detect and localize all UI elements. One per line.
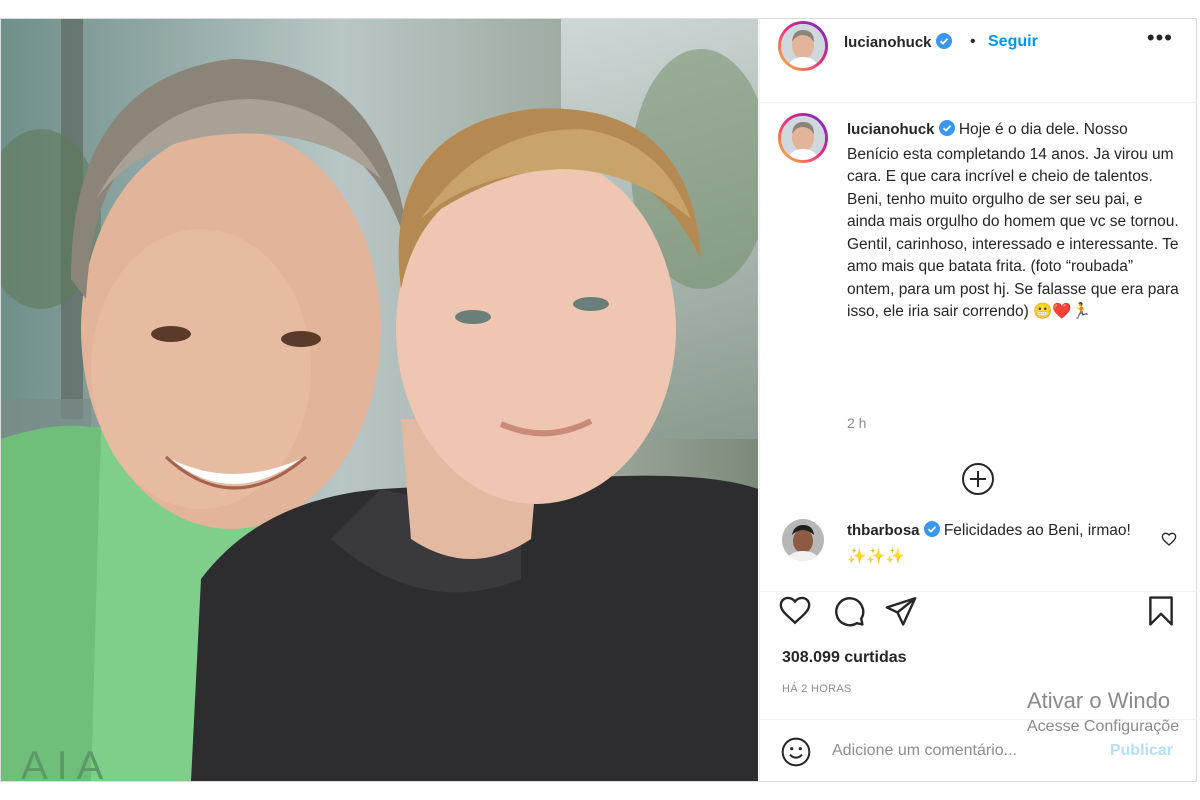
separator-dot: • bbox=[970, 33, 976, 50]
instagram-post: A I A lucianohuck • Seguir ••• lucianohu… bbox=[0, 18, 1197, 782]
author-username-wrap[interactable]: lucianohuck bbox=[844, 33, 952, 54]
load-more-comments-icon[interactable] bbox=[960, 461, 996, 502]
comment-input[interactable]: Adicione um comentário... bbox=[832, 742, 1017, 760]
heart-icon[interactable] bbox=[778, 593, 812, 632]
emoji-icon[interactable] bbox=[780, 736, 812, 773]
author-username[interactable]: lucianohuck bbox=[844, 34, 932, 51]
caption-avatar bbox=[781, 116, 825, 160]
post-side-panel: lucianohuck • Seguir ••• lucianohuck Hoj… bbox=[759, 19, 1197, 781]
verified-badge-icon bbox=[923, 521, 940, 545]
post-image: A I A bbox=[1, 19, 758, 781]
publish-button[interactable]: Publicar bbox=[1110, 742, 1173, 760]
commenter-avatar[interactable] bbox=[782, 519, 824, 561]
watermark-line1: Ativar o Windo bbox=[1027, 688, 1171, 713]
verified-badge-icon bbox=[938, 120, 955, 144]
follow-button[interactable]: Seguir bbox=[988, 33, 1038, 51]
caption-avatar-ring[interactable] bbox=[778, 113, 828, 163]
author-avatar-ring[interactable] bbox=[778, 21, 828, 71]
svg-text:A I A: A I A bbox=[21, 744, 104, 781]
post-caption: lucianohuck Hoje é o dia dele. Nosso Ben… bbox=[847, 119, 1182, 324]
like-comment-icon[interactable] bbox=[1161, 531, 1177, 552]
watermark-line2: Acesse Configuraçõe bbox=[1027, 718, 1180, 735]
caption-username[interactable]: lucianohuck bbox=[847, 121, 935, 138]
comment-icon[interactable] bbox=[832, 594, 866, 633]
likes-count[interactable]: 308.099 curtidas bbox=[782, 649, 907, 667]
caption-time[interactable]: 2 h bbox=[847, 415, 866, 431]
post-photo[interactable]: A I A bbox=[1, 19, 758, 781]
verified-badge-icon bbox=[935, 33, 952, 54]
comment-item: thbarbosa Felicidades ao Beni, irmao! ✨✨… bbox=[847, 519, 1157, 569]
posted-time[interactable]: HÁ 2 HORAS bbox=[782, 683, 852, 695]
actions-divider bbox=[760, 591, 1197, 593]
bookmark-icon[interactable] bbox=[1144, 594, 1178, 633]
author-avatar bbox=[781, 24, 825, 68]
more-options-icon[interactable]: ••• bbox=[1147, 25, 1173, 51]
commenter-username[interactable]: thbarbosa bbox=[847, 522, 920, 539]
windows-activation-watermark: Ativar o Windo Acesse Configuraçõe bbox=[1027, 688, 1179, 736]
post-header: lucianohuck • Seguir ••• bbox=[760, 19, 1197, 103]
caption-text: Hoje é o dia dele. Nosso Benício esta co… bbox=[847, 121, 1179, 320]
share-icon[interactable] bbox=[884, 594, 918, 633]
